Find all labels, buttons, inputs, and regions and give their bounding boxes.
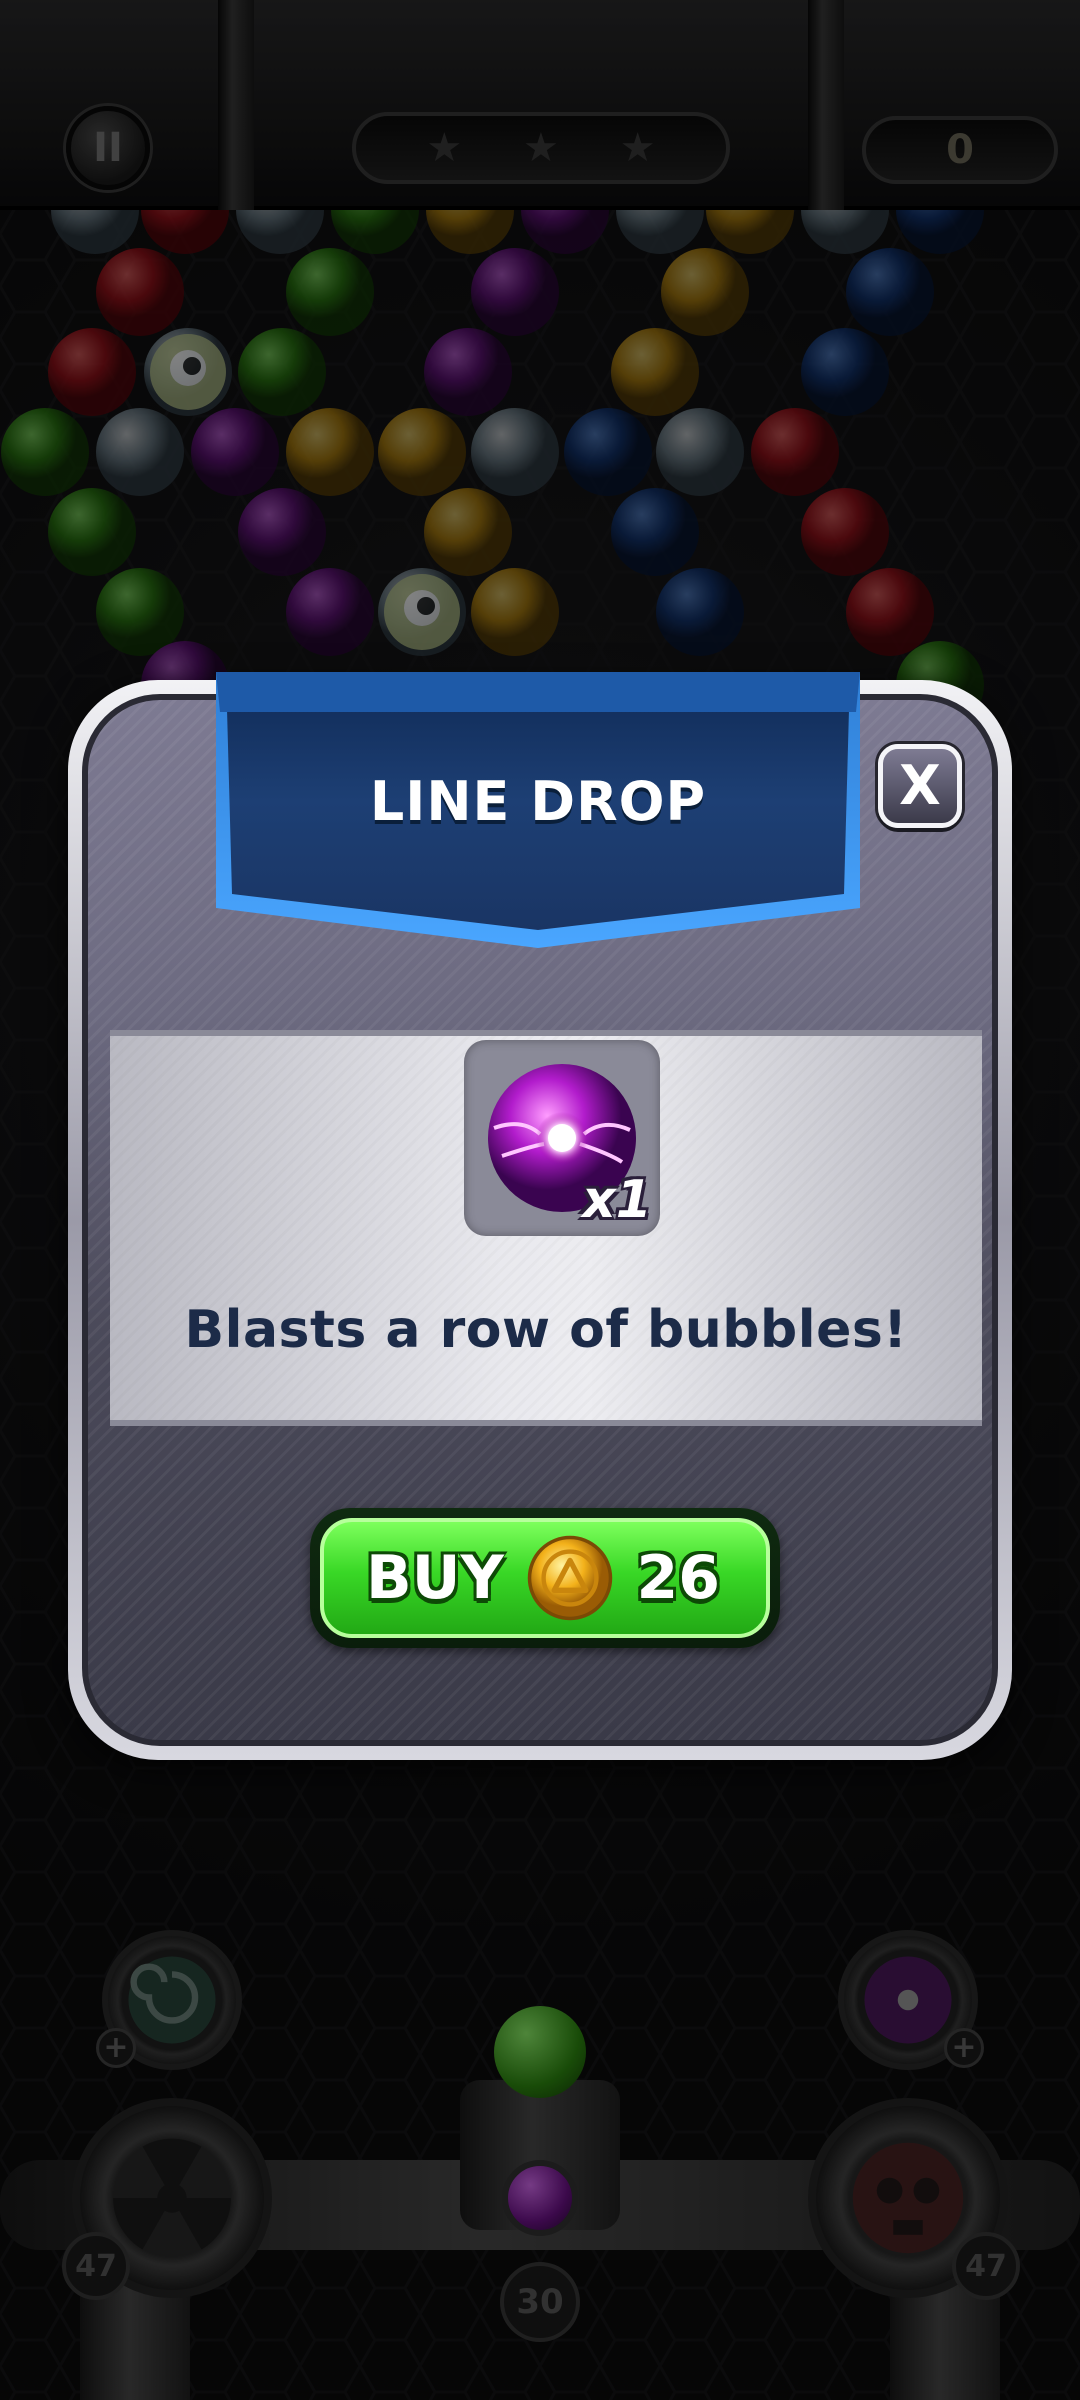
buy-button-face: BUY 26: [320, 1518, 770, 1638]
item-tile: x1: [464, 1040, 660, 1236]
buy-label: BUY: [366, 1543, 504, 1613]
coin-icon: [527, 1535, 613, 1621]
close-button[interactable]: X: [878, 744, 962, 828]
buy-button[interactable]: BUY 26: [310, 1508, 780, 1648]
buy-price: 26: [636, 1543, 721, 1613]
dialog-title: LINE DROP: [369, 770, 707, 833]
item-description: Blasts a row of bubbles!: [184, 1300, 908, 1360]
item-quantity: x1: [582, 1170, 652, 1230]
close-icon: X: [899, 754, 941, 817]
